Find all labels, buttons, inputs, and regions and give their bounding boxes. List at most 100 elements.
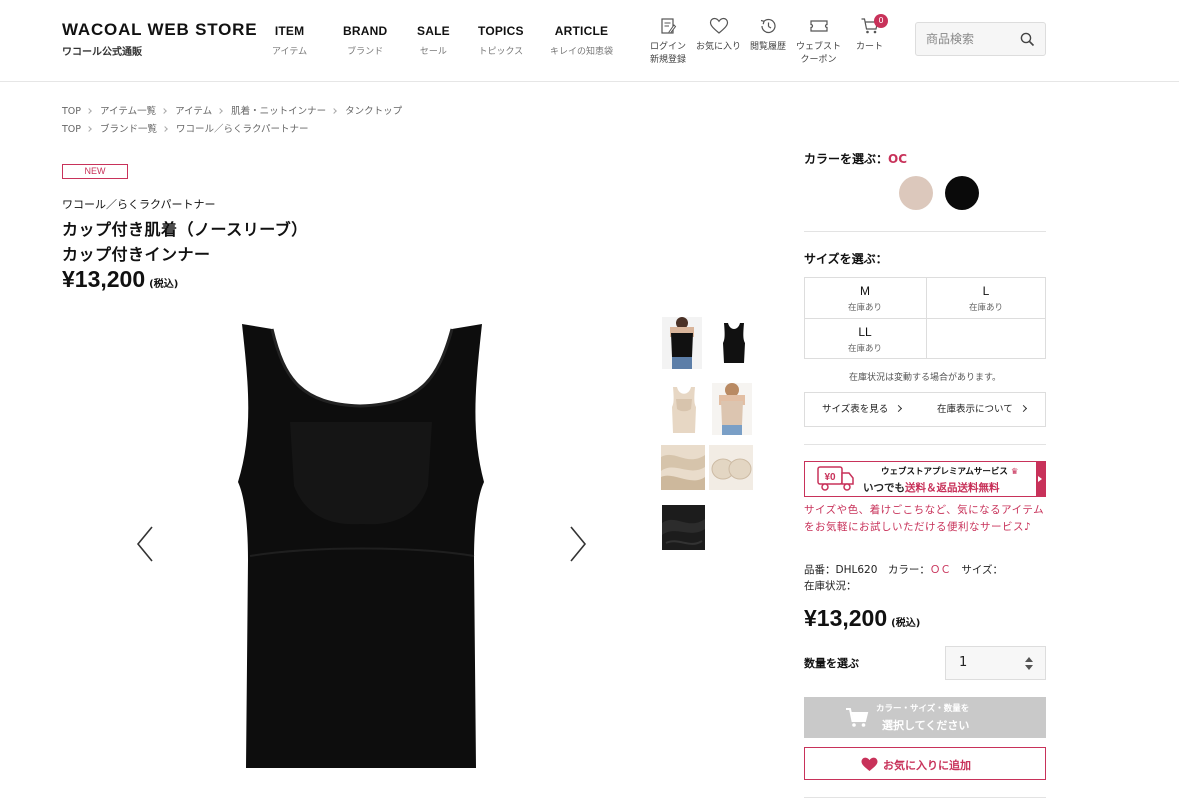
thumbnail-black-fabric[interactable] [662,505,705,550]
nav-article[interactable]: ARTICLE キレイの知恵袋 [550,24,613,57]
breadcrumb-item[interactable]: アイテム一覧 [100,106,156,117]
next-image-button[interactable] [568,525,588,563]
search-icon[interactable] [1020,32,1035,47]
size-option-m[interactable]: M 在庫あり [805,278,925,318]
thumbnail-model-black[interactable] [662,317,702,369]
chevron-right-icon [86,126,92,132]
premium-title-text: ウェブストアプレミアムサービス [881,467,1008,477]
color-label-text: カラーを選ぶ： [804,152,889,166]
nav-sale[interactable]: SALE セール [417,24,450,57]
favorites-label: お気に入り [696,42,742,52]
size-stock: 在庫あり [847,303,882,313]
color-meta-value: ＯＣ [929,564,951,576]
quantity-value: 1 [959,655,968,670]
thumbnail-product-black[interactable] [716,317,752,369]
stock-meta-label: 在庫状況： [804,580,857,592]
coupon-text-2: クーポン [800,55,837,65]
add-to-cart-button[interactable]: カラー・サイズ・数量を 選択してください [804,697,1046,738]
breadcrumb-item[interactable]: ワコール／らくラクパートナー [176,124,309,135]
selected-color-value: OC [888,152,908,166]
product-main-image [238,324,484,768]
history-link[interactable]: 閲覧履歴 [750,17,786,54]
thumbnail-model-beige[interactable] [712,383,752,435]
logo-subtext: ワコール公式通販 [62,47,142,58]
breadcrumb-item[interactable]: タンクトップ [345,106,402,117]
nav-label: SALE [417,24,450,38]
nav-brand[interactable]: BRAND ブランド [343,24,387,57]
prev-image-button[interactable] [135,525,155,563]
product-brand[interactable]: ワコール／らくラクパートナー [62,196,215,212]
nav-item[interactable]: ITEM アイテム [272,24,307,57]
premium-title: ウェブストアプレミアムサービス ♛ [881,465,1019,477]
nav-sublabel: ブランド [347,47,384,57]
size-name: LL [858,325,872,339]
logo-text: WACOAL WEB STORE [62,20,258,39]
size-name: L [982,284,990,298]
breadcrumb-item[interactable]: ブランド一覧 [100,124,157,135]
updown-arrow-icon [1025,657,1033,670]
premium-offer-prefix: いつでも [863,482,905,494]
heart-icon [861,757,878,771]
add-to-favorites-button[interactable]: お気に入りに追加 [804,747,1046,780]
heart-icon [709,17,728,34]
sku-label: 品番： [804,564,836,576]
info-links: サイズ表を見る 在庫表示について [804,392,1046,427]
chevron-left-icon [136,526,153,562]
stock-display-link[interactable]: 在庫表示について [937,393,1027,426]
breadcrumb-item[interactable]: TOP [62,124,81,135]
favorites-button-label: お気に入りに追加 [883,759,971,772]
nav-label: BRAND [343,24,388,38]
nav-sublabel: トピックス [478,47,524,57]
chevron-right-icon [331,108,337,114]
breadcrumb-item[interactable]: アイテム [175,106,212,117]
stock-note: 在庫状況は変動する場合があります。 [848,373,1002,383]
size-option-l[interactable]: L 在庫あり [926,278,1046,318]
thumbnail-fabric-detail[interactable] [661,445,705,490]
zero-yen-text: ¥0 [824,472,836,483]
chevron-right-icon [895,404,903,413]
cart-link[interactable]: 0 カート [856,14,888,54]
size-chart-link[interactable]: サイズ表を見る [822,393,903,426]
chevron-right-icon [161,108,167,114]
breadcrumb-item[interactable]: TOP [62,106,81,117]
history-label: 閲覧履歴 [750,42,787,52]
price-tax-label: (税込) [149,279,179,290]
size-stock: 在庫あり [847,344,882,354]
breadcrumb-item[interactable]: 肌着・ニットインナー [231,106,326,117]
chevron-right-icon [86,108,92,114]
quantity-label: 数量を選ぶ [804,657,859,670]
size-select-label: サイズを選ぶ： [804,252,888,266]
price-tax-label: (税込) [891,618,921,629]
color-swatch-black[interactable] [945,176,979,210]
product-price: ¥13,200 (税込) [62,266,178,293]
premium-service-banner[interactable]: ¥0 ウェブストアプレミアムサービス ♛ いつでも送料＆返品送料無料 [804,461,1046,497]
coupon-label: ウェブスト クーポン [796,41,841,67]
thumbnail-cup-detail[interactable] [709,445,753,490]
color-swatch-oc[interactable] [899,176,933,210]
login-label: ログイン 新規登録 [650,41,686,67]
crown-icon: ♛ [1010,467,1019,477]
size-option-ll[interactable]: LL 在庫あり [805,319,925,359]
breadcrumb-brand: TOP ブランド一覧 ワコール／らくラクパートナー [62,121,309,135]
size-stock: 在庫あり [968,303,1003,313]
product-subtitle: カップ付きインナー [62,245,211,264]
cart-count-badge: 0 [874,14,888,28]
site-logo[interactable]: WACOAL WEB STORE ワコール公式通販 [62,20,257,58]
quantity-select[interactable]: 1 [945,646,1046,680]
favorites-link[interactable]: お気に入り [696,17,741,54]
search-input[interactable] [916,23,1016,55]
nav-topics[interactable]: TOPICS トピックス [478,24,524,57]
banner-arrow [1036,462,1045,496]
login-icon [661,18,677,34]
free-shipping-truck-icon: ¥0 [817,466,854,491]
cart-label: カート [856,42,884,52]
size-meta-label: サイズ： [961,564,1004,576]
breadcrumb: TOP アイテム一覧 アイテム 肌着・ニットインナー タンクトップ [62,103,402,117]
nav-sublabel: セール [419,47,447,57]
divider [804,231,1046,232]
thumbnail-product-beige[interactable] [664,383,704,435]
login-register[interactable]: ログイン 新規登録 [650,17,686,67]
coupon-link[interactable]: ウェブスト クーポン [796,17,841,67]
coupon-icon [809,20,828,32]
site-header: WACOAL WEB STORE ワコール公式通販 ITEM アイテム BRAN… [0,0,1179,82]
